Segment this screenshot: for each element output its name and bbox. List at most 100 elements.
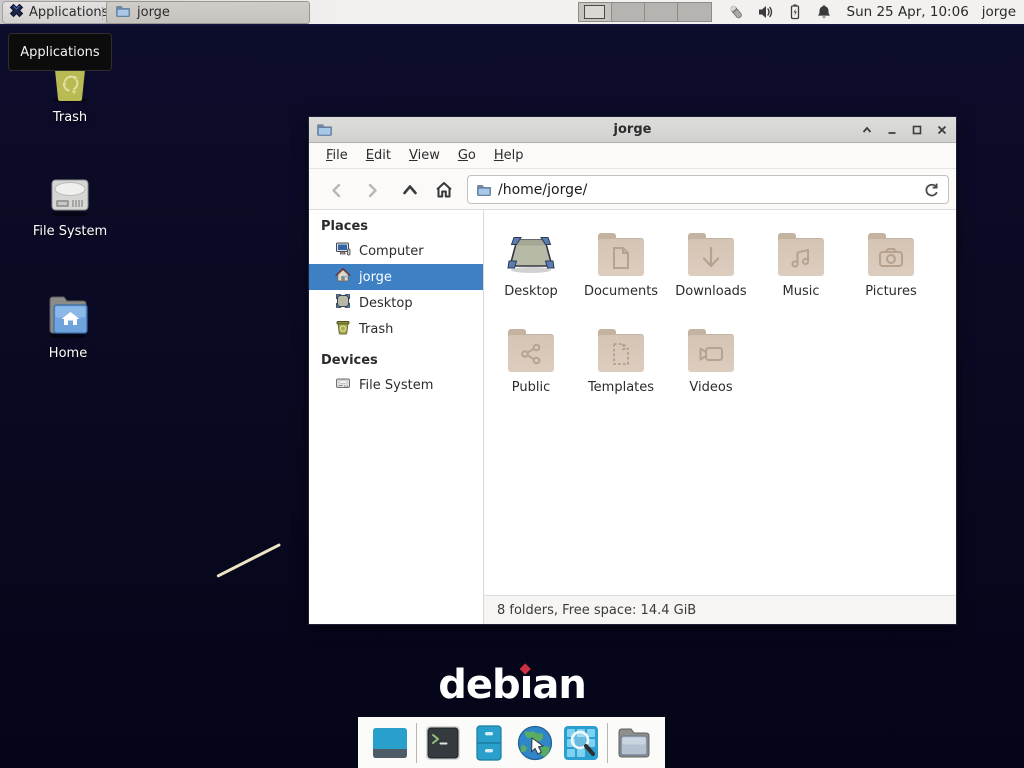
desktop-special-icon (486, 226, 576, 280)
xfce-applications-icon (9, 3, 24, 22)
desktop-icon-label: File System (18, 224, 122, 239)
workspace-4[interactable] (678, 3, 711, 21)
statusbar: 8 folders, Free space: 14.4 GiB (484, 595, 956, 624)
sidebar-devices-header: Devices (309, 350, 483, 372)
path-input[interactable] (498, 177, 898, 202)
menu-view[interactable]: View (400, 145, 449, 166)
volume-icon[interactable] (756, 2, 776, 22)
home-folder-icon (16, 290, 120, 340)
debian-logo-text: deb (438, 662, 519, 708)
titlebar[interactable]: jorge (309, 117, 956, 143)
folder-label: Downloads (666, 284, 756, 299)
sidebar: Places Computer jorge Desktop Trash Devi… (309, 210, 484, 624)
folder-icon[interactable] (614, 723, 654, 763)
templates-folder-icon (598, 334, 644, 372)
application-finder-icon[interactable] (561, 723, 601, 763)
sidebar-item-label: Desktop (359, 296, 413, 311)
back-button[interactable] (323, 177, 349, 203)
workspace-1[interactable] (579, 3, 612, 21)
stylus-icon[interactable] (727, 2, 747, 22)
folder-icon (115, 3, 131, 23)
toolbar (309, 169, 956, 210)
folder-item-downloads[interactable]: Downloads (666, 224, 756, 318)
sidebar-places-header: Places (309, 216, 483, 238)
drive-icon (18, 170, 122, 218)
terminal-icon[interactable] (423, 723, 463, 763)
close-button[interactable] (934, 122, 950, 138)
file-cabinet-icon[interactable] (469, 723, 509, 763)
computer-icon (335, 241, 351, 261)
reload-icon[interactable] (923, 181, 941, 199)
folder-item-documents[interactable]: Documents (576, 224, 666, 318)
folder-icon (476, 182, 492, 202)
desktop[interactable]: { "colors": { "desktop_bg": "#0a0a24", "… (0, 0, 1024, 768)
show-desktop-icon[interactable] (370, 723, 410, 763)
music-folder-icon (778, 238, 824, 276)
downloads-folder-icon (688, 238, 734, 276)
sidebar-item-label: File System (359, 378, 433, 393)
desktop-icon-home[interactable]: Home (16, 290, 120, 361)
taskbar-window-button[interactable]: jorge (106, 1, 310, 24)
workspace-switcher[interactable] (578, 2, 712, 22)
drive-icon (335, 375, 351, 395)
menu-go[interactable]: Go (449, 145, 485, 166)
folder-item-pictures[interactable]: Pictures (846, 224, 936, 318)
desktop-icon-label: Home (16, 346, 120, 361)
pictures-folder-icon (868, 238, 914, 276)
home-button[interactable] (431, 177, 457, 203)
battery-icon[interactable] (785, 2, 805, 22)
applications-menu-label: Applications (29, 5, 108, 20)
folder-item-music[interactable]: Music (756, 224, 846, 318)
folder-label: Videos (666, 380, 756, 395)
sidebar-item-label: Trash (359, 322, 393, 337)
sidebar-item-computer[interactable]: Computer (309, 238, 483, 264)
folder-label: Public (486, 380, 576, 395)
desktop-icon (335, 293, 351, 313)
menu-file[interactable]: File (317, 145, 357, 166)
tooltip-text: Applications (20, 45, 99, 60)
desktop-icon-label: Trash (18, 110, 122, 125)
applications-tooltip: Applications (8, 33, 112, 71)
statusbar-text: 8 folders, Free space: 14.4 GiB (497, 603, 696, 618)
sidebar-item-file-system[interactable]: File System (309, 372, 483, 398)
debian-logo-text: an (532, 662, 585, 708)
dock (358, 717, 665, 768)
sidebar-item-desktop[interactable]: Desktop (309, 290, 483, 316)
up-button[interactable] (397, 177, 423, 203)
maximize-button[interactable] (909, 122, 925, 138)
desktop-icon-file-system[interactable]: File System (18, 170, 122, 239)
folder-label: Documents (576, 284, 666, 299)
folder-label: Templates (576, 380, 666, 395)
menu-edit[interactable]: Edit (357, 145, 400, 166)
workspace-3[interactable] (645, 3, 678, 21)
forward-button[interactable] (359, 177, 385, 203)
folder-item-videos[interactable]: Videos (666, 320, 756, 414)
folder-item-templates[interactable]: Templates (576, 320, 666, 414)
folder-item-public[interactable]: Public (486, 320, 576, 414)
username-label: jorge (982, 4, 1016, 20)
menu-help[interactable]: Help (485, 145, 533, 166)
home-icon (335, 267, 351, 287)
sidebar-item-trash[interactable]: Trash (309, 316, 483, 342)
clock[interactable]: Sun 25 Apr, 10:06 (847, 4, 969, 20)
shade-button[interactable] (859, 122, 875, 138)
web-browser-icon[interactable] (515, 723, 555, 763)
taskbar-window-label: jorge (137, 5, 170, 20)
minimize-button[interactable] (884, 122, 900, 138)
stray-line-artifact (216, 543, 281, 578)
workspace-2[interactable] (612, 3, 645, 21)
documents-folder-icon (598, 238, 644, 276)
top-panel: Applications jorge Sun 25 Apr, 10:06 jor… (0, 0, 1024, 26)
folder-item-desktop[interactable]: Desktop (486, 224, 576, 318)
file-list[interactable]: Desktop Documents Downloads (484, 210, 956, 595)
panel-separator-handle (101, 6, 104, 20)
sidebar-item-jorge[interactable]: jorge (309, 264, 483, 290)
notifications-bell-icon[interactable] (814, 2, 834, 22)
trash-icon (335, 319, 351, 339)
path-bar (467, 175, 949, 204)
debian-logo: debıan (438, 662, 586, 708)
videos-folder-icon (688, 334, 734, 372)
file-manager-window: jorge File Edit View Go Help (308, 116, 957, 625)
debian-logo-i: ı (520, 662, 533, 708)
folder-label: Desktop (486, 284, 576, 299)
